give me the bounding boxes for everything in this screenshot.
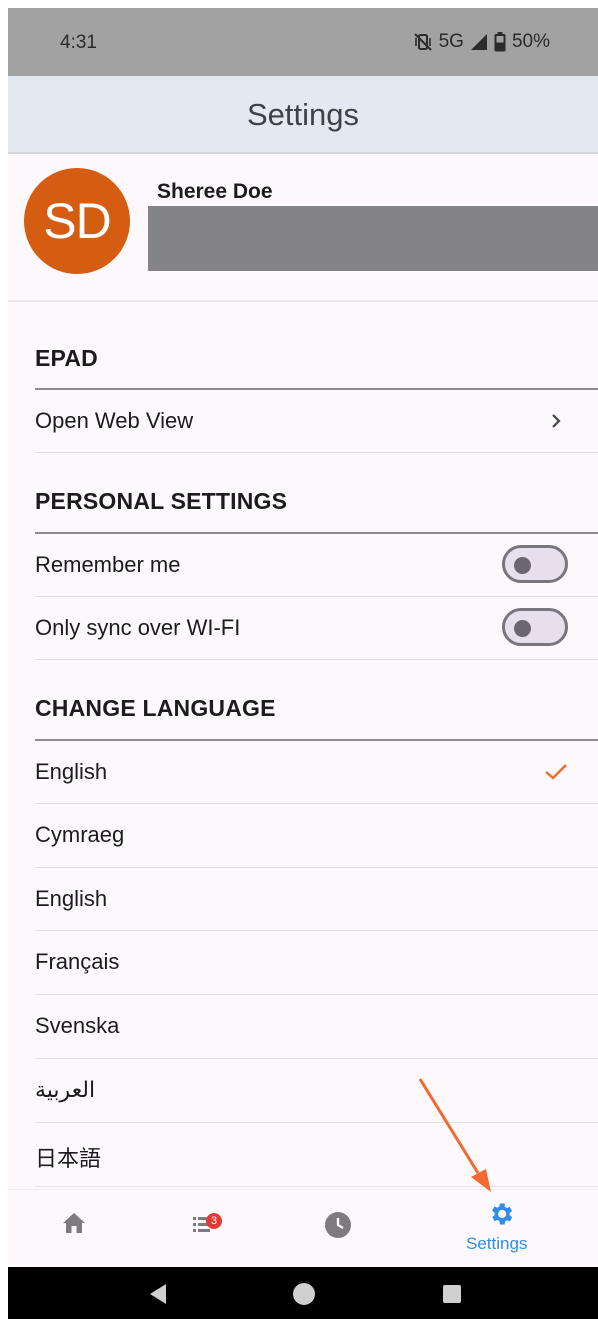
phone-screen: 4:31 5G 50% Settings SD Sheree Doe EPAD … bbox=[8, 8, 598, 1319]
battery-icon bbox=[494, 32, 506, 52]
home-button-icon[interactable] bbox=[292, 1282, 316, 1311]
language-option-english[interactable]: English bbox=[35, 868, 598, 931]
nav-settings[interactable]: Settings bbox=[404, 1190, 598, 1268]
back-icon[interactable] bbox=[148, 1283, 168, 1310]
vibrate-off-icon bbox=[413, 32, 433, 52]
signal-icon bbox=[470, 33, 488, 51]
row-label: Only sync over WI-FI bbox=[35, 615, 241, 640]
open-web-view-row[interactable]: Open Web View bbox=[35, 390, 598, 453]
language-option-english-selected[interactable]: English bbox=[35, 741, 598, 804]
status-icons: 5G 50% bbox=[413, 31, 550, 53]
network-label: 5G bbox=[438, 31, 464, 52]
language-option-cymraeg[interactable]: Cymraeg bbox=[35, 804, 598, 867]
language-option-svenska[interactable]: Svenska bbox=[35, 995, 598, 1058]
toggle-knob bbox=[514, 557, 531, 574]
row-label: Svenska bbox=[35, 1013, 120, 1038]
check-icon bbox=[544, 763, 568, 786]
battery-percent: 50% bbox=[511, 31, 550, 52]
recents-icon[interactable] bbox=[442, 1284, 462, 1309]
language-option-arabic[interactable]: العربية bbox=[35, 1059, 598, 1122]
profile-name: Sheree Doe bbox=[157, 180, 273, 203]
bottom-navigation: 3 Settings bbox=[8, 1189, 598, 1268]
row-label: Remember me bbox=[35, 552, 181, 577]
nav-history[interactable] bbox=[272, 1190, 404, 1268]
language-option-francais[interactable]: Français bbox=[35, 931, 598, 994]
remember-me-row: Remember me bbox=[35, 534, 598, 597]
redacted-info-bar bbox=[148, 206, 598, 271]
section-title-change-language: CHANGE LANGUAGE bbox=[35, 695, 276, 721]
status-bar: 4:31 5G 50% bbox=[8, 8, 598, 76]
wifi-sync-toggle[interactable] bbox=[502, 608, 568, 646]
page-title: Settings bbox=[246, 97, 359, 132]
row-divider bbox=[35, 452, 598, 453]
gear-icon bbox=[487, 1200, 515, 1233]
profile-header: SD Sheree Doe bbox=[8, 154, 598, 302]
avatar: SD bbox=[24, 168, 130, 274]
chevron-right-icon bbox=[550, 411, 562, 436]
row-divider bbox=[35, 1186, 598, 1187]
nav-settings-label: Settings bbox=[466, 1234, 528, 1253]
nav-home[interactable] bbox=[8, 1190, 140, 1268]
language-option-japanese[interactable]: 日本語 bbox=[35, 1123, 598, 1186]
wifi-sync-row: Only sync over WI-FI bbox=[35, 597, 598, 660]
row-label: 日本語 bbox=[35, 1146, 102, 1171]
row-label: Français bbox=[35, 949, 120, 974]
section-title-epad: EPAD bbox=[35, 345, 98, 371]
notification-badge: 3 bbox=[206, 1213, 222, 1229]
remember-me-toggle[interactable] bbox=[502, 545, 568, 583]
row-label: Cymraeg bbox=[35, 822, 125, 847]
system-navigation-bar bbox=[8, 1267, 598, 1319]
section-title-personal-settings: PERSONAL SETTINGS bbox=[35, 488, 288, 514]
row-label: English bbox=[35, 759, 108, 784]
row-label: Open Web View bbox=[35, 408, 194, 433]
app-bar: Settings bbox=[8, 76, 598, 154]
home-icon bbox=[62, 1212, 86, 1239]
row-label: English bbox=[35, 886, 108, 911]
status-time: 4:31 bbox=[60, 32, 97, 53]
clock-icon bbox=[324, 1211, 352, 1244]
row-label: العربية bbox=[35, 1077, 96, 1102]
toggle-knob bbox=[514, 620, 531, 637]
row-divider bbox=[35, 659, 598, 660]
nav-tasks[interactable]: 3 bbox=[140, 1190, 272, 1268]
